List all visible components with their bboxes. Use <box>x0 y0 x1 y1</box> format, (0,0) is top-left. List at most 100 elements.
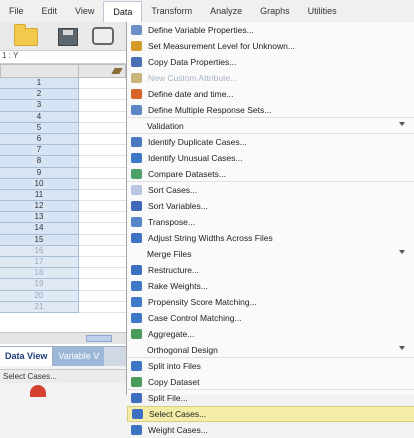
row-number[interactable]: 19 <box>0 279 79 291</box>
data-cell[interactable] <box>79 133 126 146</box>
menu-item-sort-cases[interactable]: Sort Cases... <box>127 182 414 198</box>
menu-item-merge-files[interactable]: Merge Files <box>127 246 414 262</box>
tab-data-view[interactable]: Data View <box>0 347 54 366</box>
data-cell[interactable] <box>79 201 126 213</box>
row-number[interactable]: 14 <box>0 223 79 235</box>
data-cell[interactable] <box>79 145 126 157</box>
menu-item-validation[interactable]: Validation <box>127 118 414 134</box>
grid-corner[interactable] <box>0 64 79 78</box>
menu-view[interactable]: View <box>66 6 103 16</box>
horizontal-scrollbar[interactable] <box>0 332 126 344</box>
data-grid: 1 2 3 4 5 6 7 8 9 10 11 12 13 14 15 16 17 18 19 20 21 <box>0 64 126 346</box>
data-cell[interactable] <box>79 257 126 269</box>
toolbar <box>0 22 126 51</box>
data-cell[interactable] <box>79 122 126 134</box>
menu-file[interactable]: File <box>0 6 33 16</box>
menu-item-identify-unusual-cases[interactable]: Identify Unusual Cases... <box>127 150 414 166</box>
menu-item-label: Define date and time... <box>148 89 234 99</box>
menu-item-weight-cases[interactable]: Weight Cases... <box>127 422 414 438</box>
data-cell[interactable] <box>79 156 126 168</box>
data-cell[interactable] <box>79 167 126 179</box>
menu-item-transpose[interactable]: Transpose... <box>127 214 414 230</box>
row-number[interactable]: 4 <box>0 111 79 123</box>
row-number[interactable]: 12 <box>0 201 79 213</box>
data-cell[interactable] <box>79 100 126 112</box>
menu-item-new-custom-attribute[interactable]: New Custom Attribute... <box>127 70 414 86</box>
row-number[interactable]: 9 <box>0 167 79 179</box>
data-cell[interactable] <box>79 223 126 235</box>
data-cell[interactable] <box>79 290 126 302</box>
row-number[interactable]: 21 <box>0 301 79 313</box>
data-cell[interactable] <box>79 245 126 257</box>
menu-item-propensity-score-matching[interactable]: Propensity Score Matching... <box>127 294 414 310</box>
column-header[interactable] <box>79 64 126 78</box>
menu-item-define-date-and-time[interactable]: Define date and time... <box>127 86 414 102</box>
taskbar-app-icon[interactable] <box>30 385 46 397</box>
scrollbar-thumb[interactable] <box>86 335 112 342</box>
menu-item-sort-variables[interactable]: Sort Variables... <box>127 198 414 214</box>
data-cell[interactable] <box>79 189 126 202</box>
menu-item-case-control-matching[interactable]: Case Control Matching... <box>127 310 414 326</box>
table-row: 8 <box>0 156 126 168</box>
data-cell[interactable] <box>79 78 126 90</box>
menu-item-split-file[interactable]: Split File... <box>127 390 414 406</box>
data-menu-dropdown: Define Variable Properties... Set Measure… <box>126 22 414 435</box>
row-number[interactable]: 1 <box>0 78 79 90</box>
row-number[interactable]: 2 <box>0 89 79 101</box>
menu-item-identify-duplicate-cases[interactable]: Identify Duplicate Cases... <box>127 134 414 150</box>
select-cases-icon <box>132 409 143 419</box>
row-number[interactable]: 5 <box>0 122 79 134</box>
data-cell[interactable] <box>79 234 126 246</box>
submenu-arrow-icon <box>399 122 405 126</box>
menu-item-label: Copy Dataset <box>148 376 200 387</box>
save-icon[interactable] <box>58 28 78 46</box>
menu-edit[interactable]: Edit <box>33 6 67 16</box>
menu-transform[interactable]: Transform <box>142 6 201 16</box>
data-cell[interactable] <box>79 111 126 123</box>
menu-utilities[interactable]: Utilities <box>299 6 346 16</box>
menu-item-define-multiple-response-sets[interactable]: Define Multiple Response Sets... <box>127 102 414 118</box>
menu-item-rake-weights[interactable]: Rake Weights... <box>127 278 414 294</box>
menu-data[interactable]: Data <box>103 0 143 23</box>
data-cell[interactable] <box>79 178 126 190</box>
menu-item-orthogonal-design[interactable]: Orthogonal Design <box>127 342 414 358</box>
menu-item-aggregate[interactable]: Aggregate... <box>127 326 414 342</box>
date-time-icon <box>131 89 142 99</box>
data-cell[interactable] <box>79 268 126 280</box>
data-cell[interactable] <box>79 212 126 224</box>
row-number[interactable]: 10 <box>0 178 79 190</box>
row-number[interactable]: 11 <box>0 189 79 202</box>
row-number[interactable]: 15 <box>0 234 79 246</box>
row-number[interactable]: 6 <box>0 133 79 146</box>
row-number[interactable]: 16 <box>0 245 79 257</box>
open-folder-icon[interactable] <box>14 24 38 46</box>
print-icon[interactable] <box>92 27 114 45</box>
row-number[interactable]: 18 <box>0 268 79 280</box>
menu-bar: File Edit View Data Transform Analyze Graphs Ut… <box>0 0 414 23</box>
data-cell[interactable] <box>79 279 126 291</box>
menu-analyze[interactable]: Analyze <box>201 6 251 16</box>
row-number[interactable]: 8 <box>0 156 79 168</box>
row-number[interactable]: 17 <box>0 257 79 269</box>
data-cell[interactable] <box>79 301 126 313</box>
menu-item-define-variable-properties[interactable]: Define Variable Properties... <box>127 22 414 38</box>
menu-item-compare-datasets[interactable]: Compare Datasets... <box>127 166 414 182</box>
tab-variable-view[interactable]: Variable V <box>53 347 105 366</box>
menu-item-copy-data-properties[interactable]: Copy Data Properties... <box>127 54 414 70</box>
menu-item-split-into-files[interactable]: Split into Files <box>127 358 414 374</box>
table-row: 14 <box>0 223 126 235</box>
case-control-icon <box>131 313 142 323</box>
row-number[interactable]: 20 <box>0 290 79 302</box>
menu-item-set-measurement-level-for-unknown[interactable]: Set Measurement Level for Unknown... <box>127 38 414 54</box>
menu-item-copy-dataset[interactable]: Copy Dataset <box>127 374 414 390</box>
menu-item-label: Propensity Score Matching... <box>148 297 257 307</box>
menu-graphs[interactable]: Graphs <box>251 6 299 16</box>
menu-item-restructure[interactable]: Restructure... <box>127 262 414 278</box>
status-bar: Select Cases... <box>0 369 126 383</box>
row-number[interactable]: 7 <box>0 145 79 157</box>
row-number[interactable]: 13 <box>0 212 79 224</box>
menu-item-adjust-string-widths-across-files[interactable]: Adjust String Widths Across Files <box>127 230 414 246</box>
menu-item-select-cases[interactable]: Select Cases... <box>127 406 414 422</box>
data-cell[interactable] <box>79 89 126 101</box>
row-number[interactable]: 3 <box>0 100 79 112</box>
